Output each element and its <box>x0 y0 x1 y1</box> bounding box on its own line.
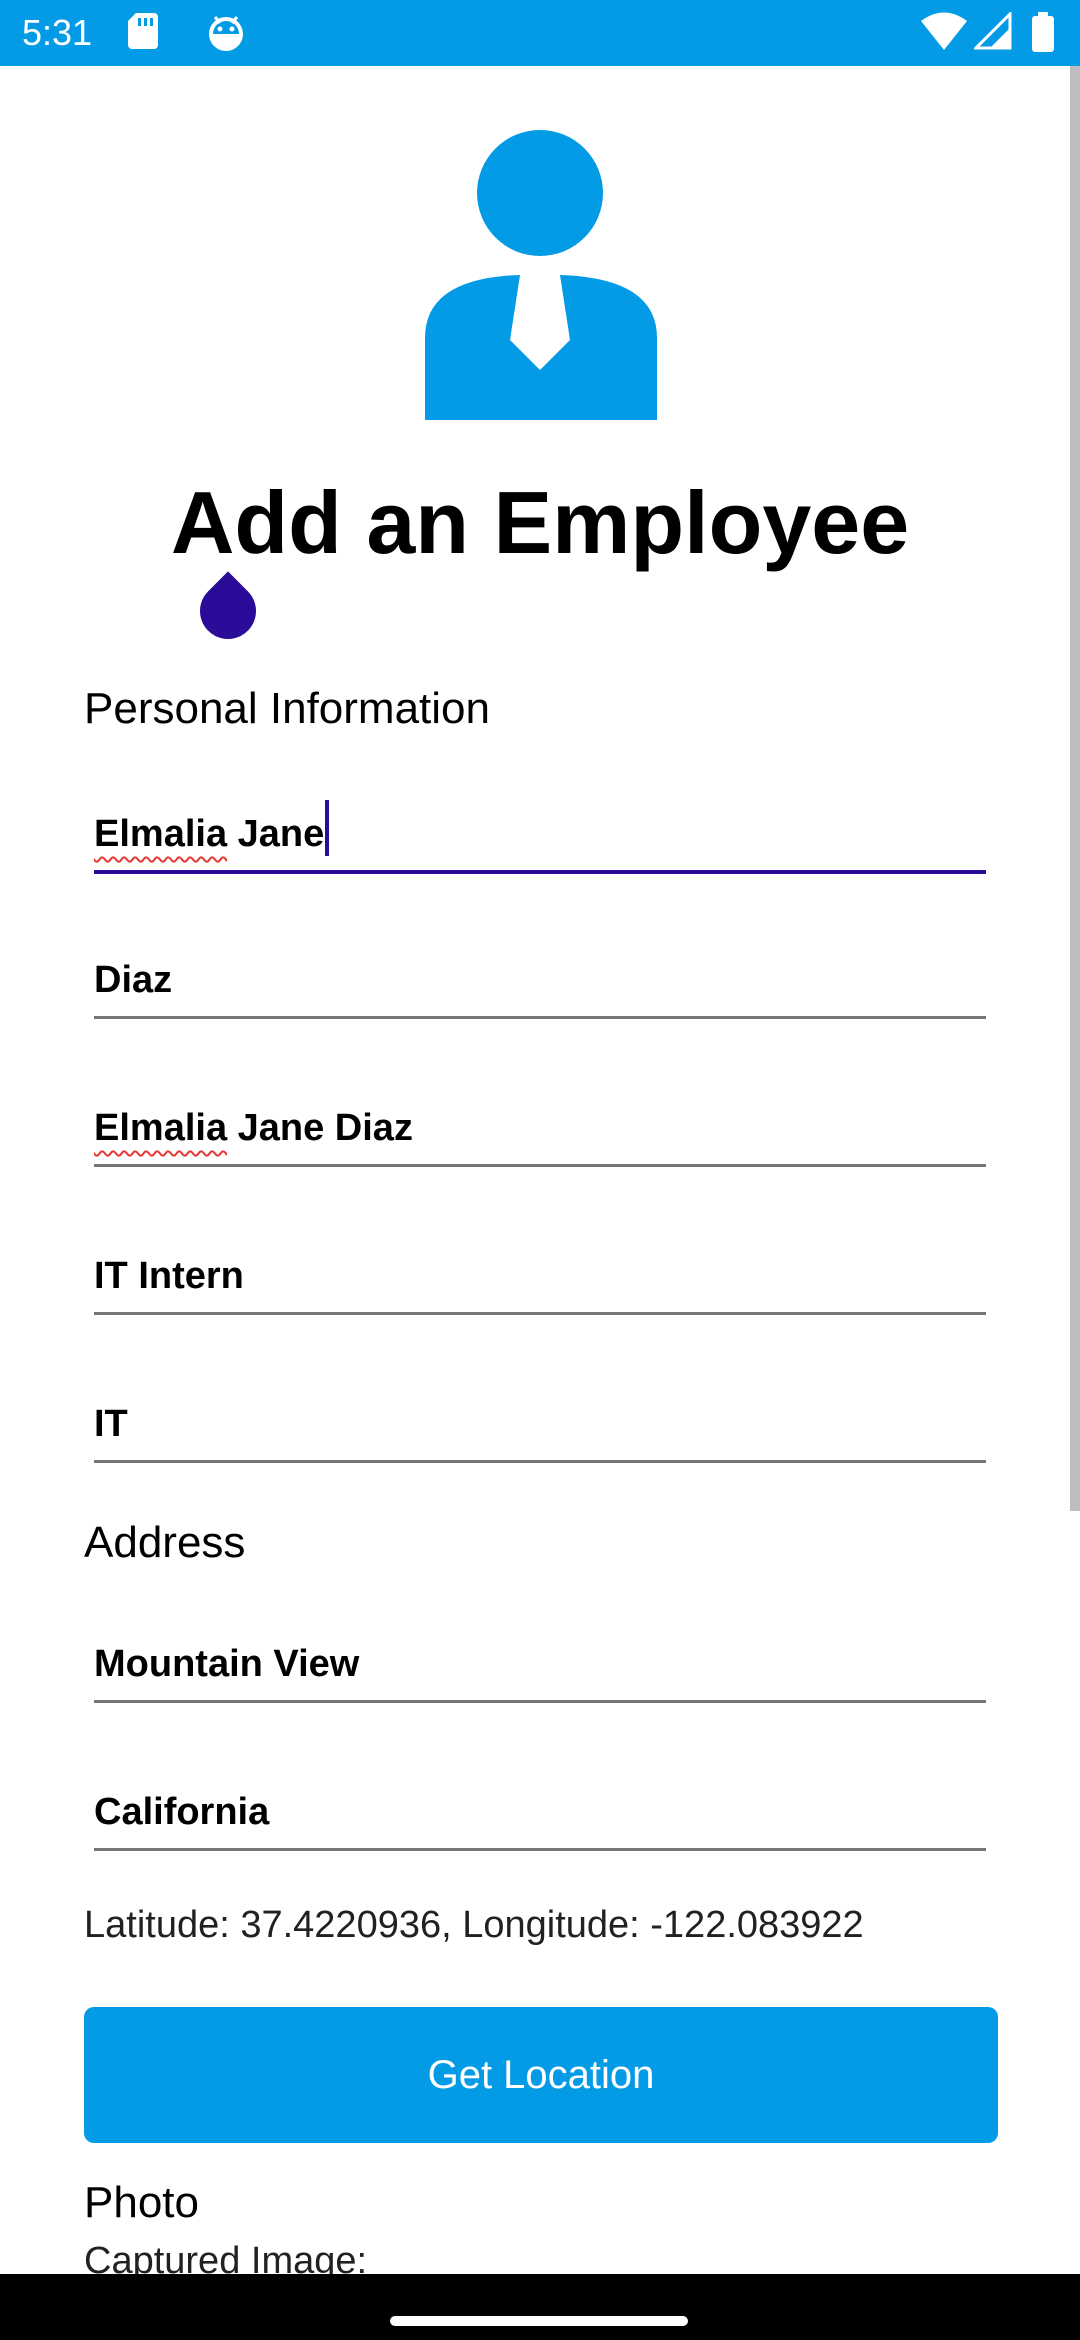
state-field[interactable]: California <box>94 1768 986 1851</box>
home-gesture-handle[interactable] <box>390 2316 688 2326</box>
address-heading: Address <box>84 1518 246 1567</box>
status-icons-left <box>128 13 246 53</box>
full-name-rest: Jane Diaz <box>227 1107 413 1149</box>
first-name-field[interactable]: Elmalia Jane <box>94 790 986 874</box>
get-location-button[interactable]: Get Location <box>84 2007 998 2143</box>
job-title-value: IT Intern <box>94 1255 244 1297</box>
department-value: IT <box>94 1403 128 1445</box>
city-value: Mountain View <box>94 1643 360 1685</box>
android-debug-icon <box>209 16 244 51</box>
employee-avatar-icon <box>425 130 657 420</box>
battery-icon <box>1032 12 1054 52</box>
coordinates-text: Latitude: 37.4220936, Longitude: -122.08… <box>84 1904 864 1946</box>
photo-heading: Photo <box>84 2178 199 2227</box>
personal-information-heading: Personal Information <box>84 684 490 733</box>
page-title: Add an Employee <box>170 473 910 572</box>
status-bar: 5:31 <box>0 0 1080 66</box>
navigation-bar <box>0 2274 1080 2340</box>
city-field[interactable]: Mountain View <box>94 1620 986 1703</box>
last-name-value: Diaz <box>94 959 173 1001</box>
job-title-field[interactable]: IT Intern <box>94 1232 986 1315</box>
full-name-field[interactable]: Elmalia Jane Diaz <box>94 1084 986 1167</box>
first-name-value: Elmalia Jane <box>94 800 330 858</box>
spell-error-word: Elmalia <box>94 813 228 855</box>
first-name-rest: Jane <box>227 813 325 855</box>
state-value: California <box>94 1791 270 1833</box>
sd-card-icon <box>128 13 158 49</box>
scrollbar[interactable] <box>1070 66 1080 1511</box>
status-icons-right <box>921 10 1056 52</box>
spell-error-word: Elmalia <box>94 1107 228 1149</box>
wifi-icon <box>921 12 968 50</box>
status-time: 5:31 <box>22 12 93 53</box>
cellular-signal-icon <box>971 10 1012 50</box>
text-cursor <box>325 800 330 856</box>
department-field[interactable]: IT <box>94 1380 986 1463</box>
last-name-field[interactable]: Diaz <box>94 936 986 1019</box>
full-name-value: Elmalia Jane Diaz <box>94 1104 413 1152</box>
